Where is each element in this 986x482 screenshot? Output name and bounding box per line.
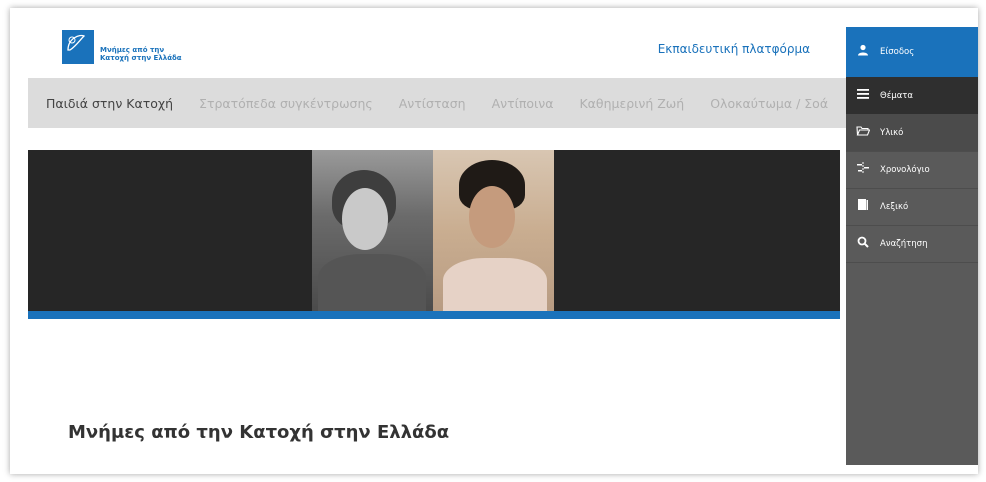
hero-photo-woman-1 [312, 150, 433, 314]
platform-label[interactable]: Εκπαιδευτική πλατφόρμα [658, 42, 810, 56]
nav-item-reprisals[interactable]: Αντίποινα [492, 96, 554, 111]
nav-item-holocaust[interactable]: Ολοκαύτωμα / Σοά [710, 96, 828, 111]
search-icon [846, 236, 880, 252]
header: Μνήμες από την Κατοχή στην Ελλάδα Εκπαιδ… [10, 8, 846, 78]
logo-text-line2: Κατοχή στην Ελλάδα [100, 54, 182, 62]
folder-icon [846, 125, 880, 140]
sidebar-item-label: Λεξικό [880, 201, 909, 212]
logo-text-line1: Μνήμες από την [100, 46, 165, 54]
photo2-face [469, 186, 515, 248]
sidebar-item-topics[interactable]: Θέματα [846, 77, 978, 115]
sidebar-item-label: Χρονολόγιο [880, 164, 930, 175]
logo-text[interactable]: Μνήμες από την Κατοχή στην Ελλάδα [100, 46, 220, 62]
sidebar-item-timeline[interactable]: Χρονολόγιο [846, 151, 978, 189]
nav-item-resistance[interactable]: Αντίσταση [399, 96, 466, 111]
nav-item-camps[interactable]: Στρατόπεδα συγκέντρωσης [199, 96, 373, 111]
nav-item-children[interactable]: Παιδιά στην Κατοχή [46, 96, 173, 111]
nav-item-daily-life[interactable]: Καθημερινή Ζωή [579, 96, 684, 111]
page-frame: Μνήμες από την Κατοχή στην Ελλάδα Εκπαιδ… [10, 8, 978, 474]
user-icon [846, 44, 880, 60]
sidebar-item-search[interactable]: Αναζήτηση [846, 225, 978, 263]
sidebar-item-label: Υλικό [880, 127, 904, 138]
logo-icon[interactable] [62, 30, 94, 64]
sidebar-item-lexicon[interactable]: Λεξικό [846, 188, 978, 226]
photo1-face [342, 188, 388, 250]
menu-icon [846, 88, 880, 103]
page-title: Μνήμες από την Κατοχή στην Ελλάδα [68, 422, 450, 443]
hero-photo-woman-2 [433, 150, 554, 314]
login-button[interactable]: Είσοδος [846, 27, 978, 77]
timeline-icon [846, 161, 880, 178]
logo-leaf-icon [67, 34, 86, 51]
sidebar-item-label: Θέματα [880, 90, 914, 101]
sidebar-item-label: Αναζήτηση [880, 238, 928, 249]
login-label: Είσοδος [880, 47, 915, 57]
photo1-coat [318, 254, 426, 314]
hero-accent-bar [28, 311, 840, 319]
sidebar: Είσοδος Θέματα Υλικό Χρονολόγιο Λεξικό Α… [846, 27, 978, 465]
sidebar-item-material[interactable]: Υλικό [846, 114, 978, 152]
book-icon [846, 198, 880, 215]
photo2-dress [443, 258, 547, 314]
main-nav: Παιδιά στην Κατοχή Στρατόπεδα συγκέντρωσ… [28, 78, 846, 128]
hero-banner [28, 150, 840, 314]
